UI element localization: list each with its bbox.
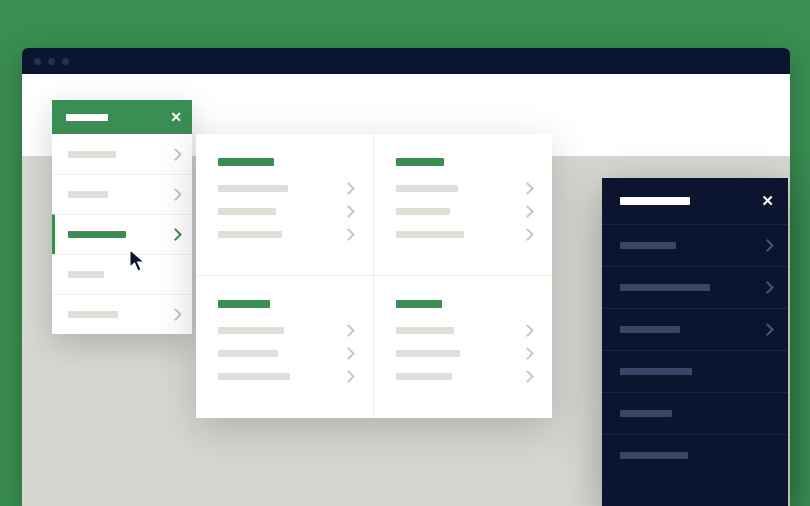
mega-flyout-item[interactable] — [218, 326, 353, 335]
chevron-right-icon — [761, 323, 774, 336]
secondary-panel-item[interactable] — [602, 308, 788, 350]
chevron-right-icon — [521, 205, 534, 218]
chevron-right-icon — [342, 324, 355, 337]
secondary-panel-item[interactable] — [602, 224, 788, 266]
primary-dropdown-list — [52, 134, 192, 334]
chevron-right-icon — [521, 182, 534, 195]
menu-item-label — [68, 191, 108, 198]
primary-dropdown-item[interactable] — [52, 134, 192, 174]
mega-flyout-item[interactable] — [218, 207, 353, 216]
secondary-panel-item[interactable] — [602, 392, 788, 434]
menu-item-label — [218, 185, 288, 192]
menu-item-label — [68, 151, 116, 158]
menu-item-label — [218, 373, 290, 380]
chevron-right-icon — [342, 370, 355, 383]
mega-flyout-item[interactable] — [396, 184, 532, 193]
chevron-right-icon — [169, 228, 182, 241]
menu-item-label — [396, 327, 454, 334]
mega-flyout-item[interactable] — [218, 230, 353, 239]
menu-item-label — [620, 410, 672, 417]
chevron-right-icon — [342, 228, 355, 241]
chevron-right-icon — [521, 347, 534, 360]
menu-item-label — [218, 208, 276, 215]
primary-dropdown: ✕ — [52, 100, 192, 334]
mega-flyout-item[interactable] — [218, 349, 353, 358]
menu-item-label — [620, 452, 688, 459]
menu-item-label — [396, 208, 450, 215]
window-titlebar — [22, 48, 790, 74]
menu-item-label — [218, 350, 278, 357]
section-heading — [218, 158, 274, 166]
mega-flyout-item[interactable] — [218, 372, 353, 381]
mega-flyout-section — [196, 276, 374, 418]
menu-item-label — [68, 231, 126, 238]
menu-item-label — [68, 311, 118, 318]
mega-flyout-item[interactable] — [396, 349, 532, 358]
menu-item-label — [396, 373, 452, 380]
secondary-panel-item[interactable] — [602, 266, 788, 308]
traffic-light-dot[interactable] — [48, 58, 55, 65]
menu-item-label — [218, 327, 284, 334]
chevron-right-icon — [761, 281, 774, 294]
mega-flyout-section — [374, 276, 552, 418]
primary-dropdown-item[interactable] — [52, 254, 192, 294]
mega-flyout-item[interactable] — [396, 372, 532, 381]
chevron-right-icon — [521, 370, 534, 383]
chevron-right-icon — [342, 205, 355, 218]
section-heading — [396, 158, 444, 166]
chevron-right-icon — [521, 228, 534, 241]
primary-dropdown-title — [66, 114, 108, 121]
mega-flyout-item[interactable] — [218, 184, 353, 193]
primary-dropdown-item[interactable] — [52, 294, 192, 334]
close-icon[interactable]: ✕ — [761, 194, 774, 209]
secondary-panel-item[interactable] — [602, 434, 788, 476]
mega-flyout — [196, 134, 552, 418]
mega-flyout-item[interactable] — [396, 230, 532, 239]
chevron-right-icon — [169, 308, 182, 321]
secondary-panel-header: ✕ — [602, 178, 788, 224]
menu-item-label — [396, 185, 458, 192]
chevron-right-icon — [342, 182, 355, 195]
menu-item-label — [68, 271, 104, 278]
traffic-light-dot[interactable] — [34, 58, 41, 65]
mega-flyout-item[interactable] — [396, 207, 532, 216]
traffic-light-dot[interactable] — [62, 58, 69, 65]
menu-item-label — [396, 231, 464, 238]
primary-dropdown-item[interactable] — [52, 174, 192, 214]
chevron-right-icon — [342, 347, 355, 360]
primary-dropdown-header: ✕ — [52, 100, 192, 134]
mega-flyout-section — [374, 134, 552, 276]
chevron-right-icon — [761, 239, 774, 252]
secondary-panel: ✕ — [602, 178, 788, 506]
mega-flyout-item[interactable] — [396, 326, 532, 335]
chevron-right-icon — [169, 188, 182, 201]
menu-item-label — [396, 350, 460, 357]
section-heading — [218, 300, 270, 308]
chevron-right-icon — [521, 324, 534, 337]
secondary-panel-title — [620, 197, 690, 205]
menu-item-label — [218, 231, 282, 238]
menu-item-label — [620, 284, 710, 291]
section-heading — [396, 300, 442, 308]
mega-flyout-section — [196, 134, 374, 276]
menu-item-label — [620, 368, 692, 375]
menu-item-label — [620, 242, 676, 249]
secondary-panel-item[interactable] — [602, 350, 788, 392]
primary-dropdown-item[interactable] — [52, 214, 192, 254]
menu-item-label — [620, 326, 680, 333]
close-icon[interactable]: ✕ — [170, 110, 182, 124]
chevron-right-icon — [169, 148, 182, 161]
